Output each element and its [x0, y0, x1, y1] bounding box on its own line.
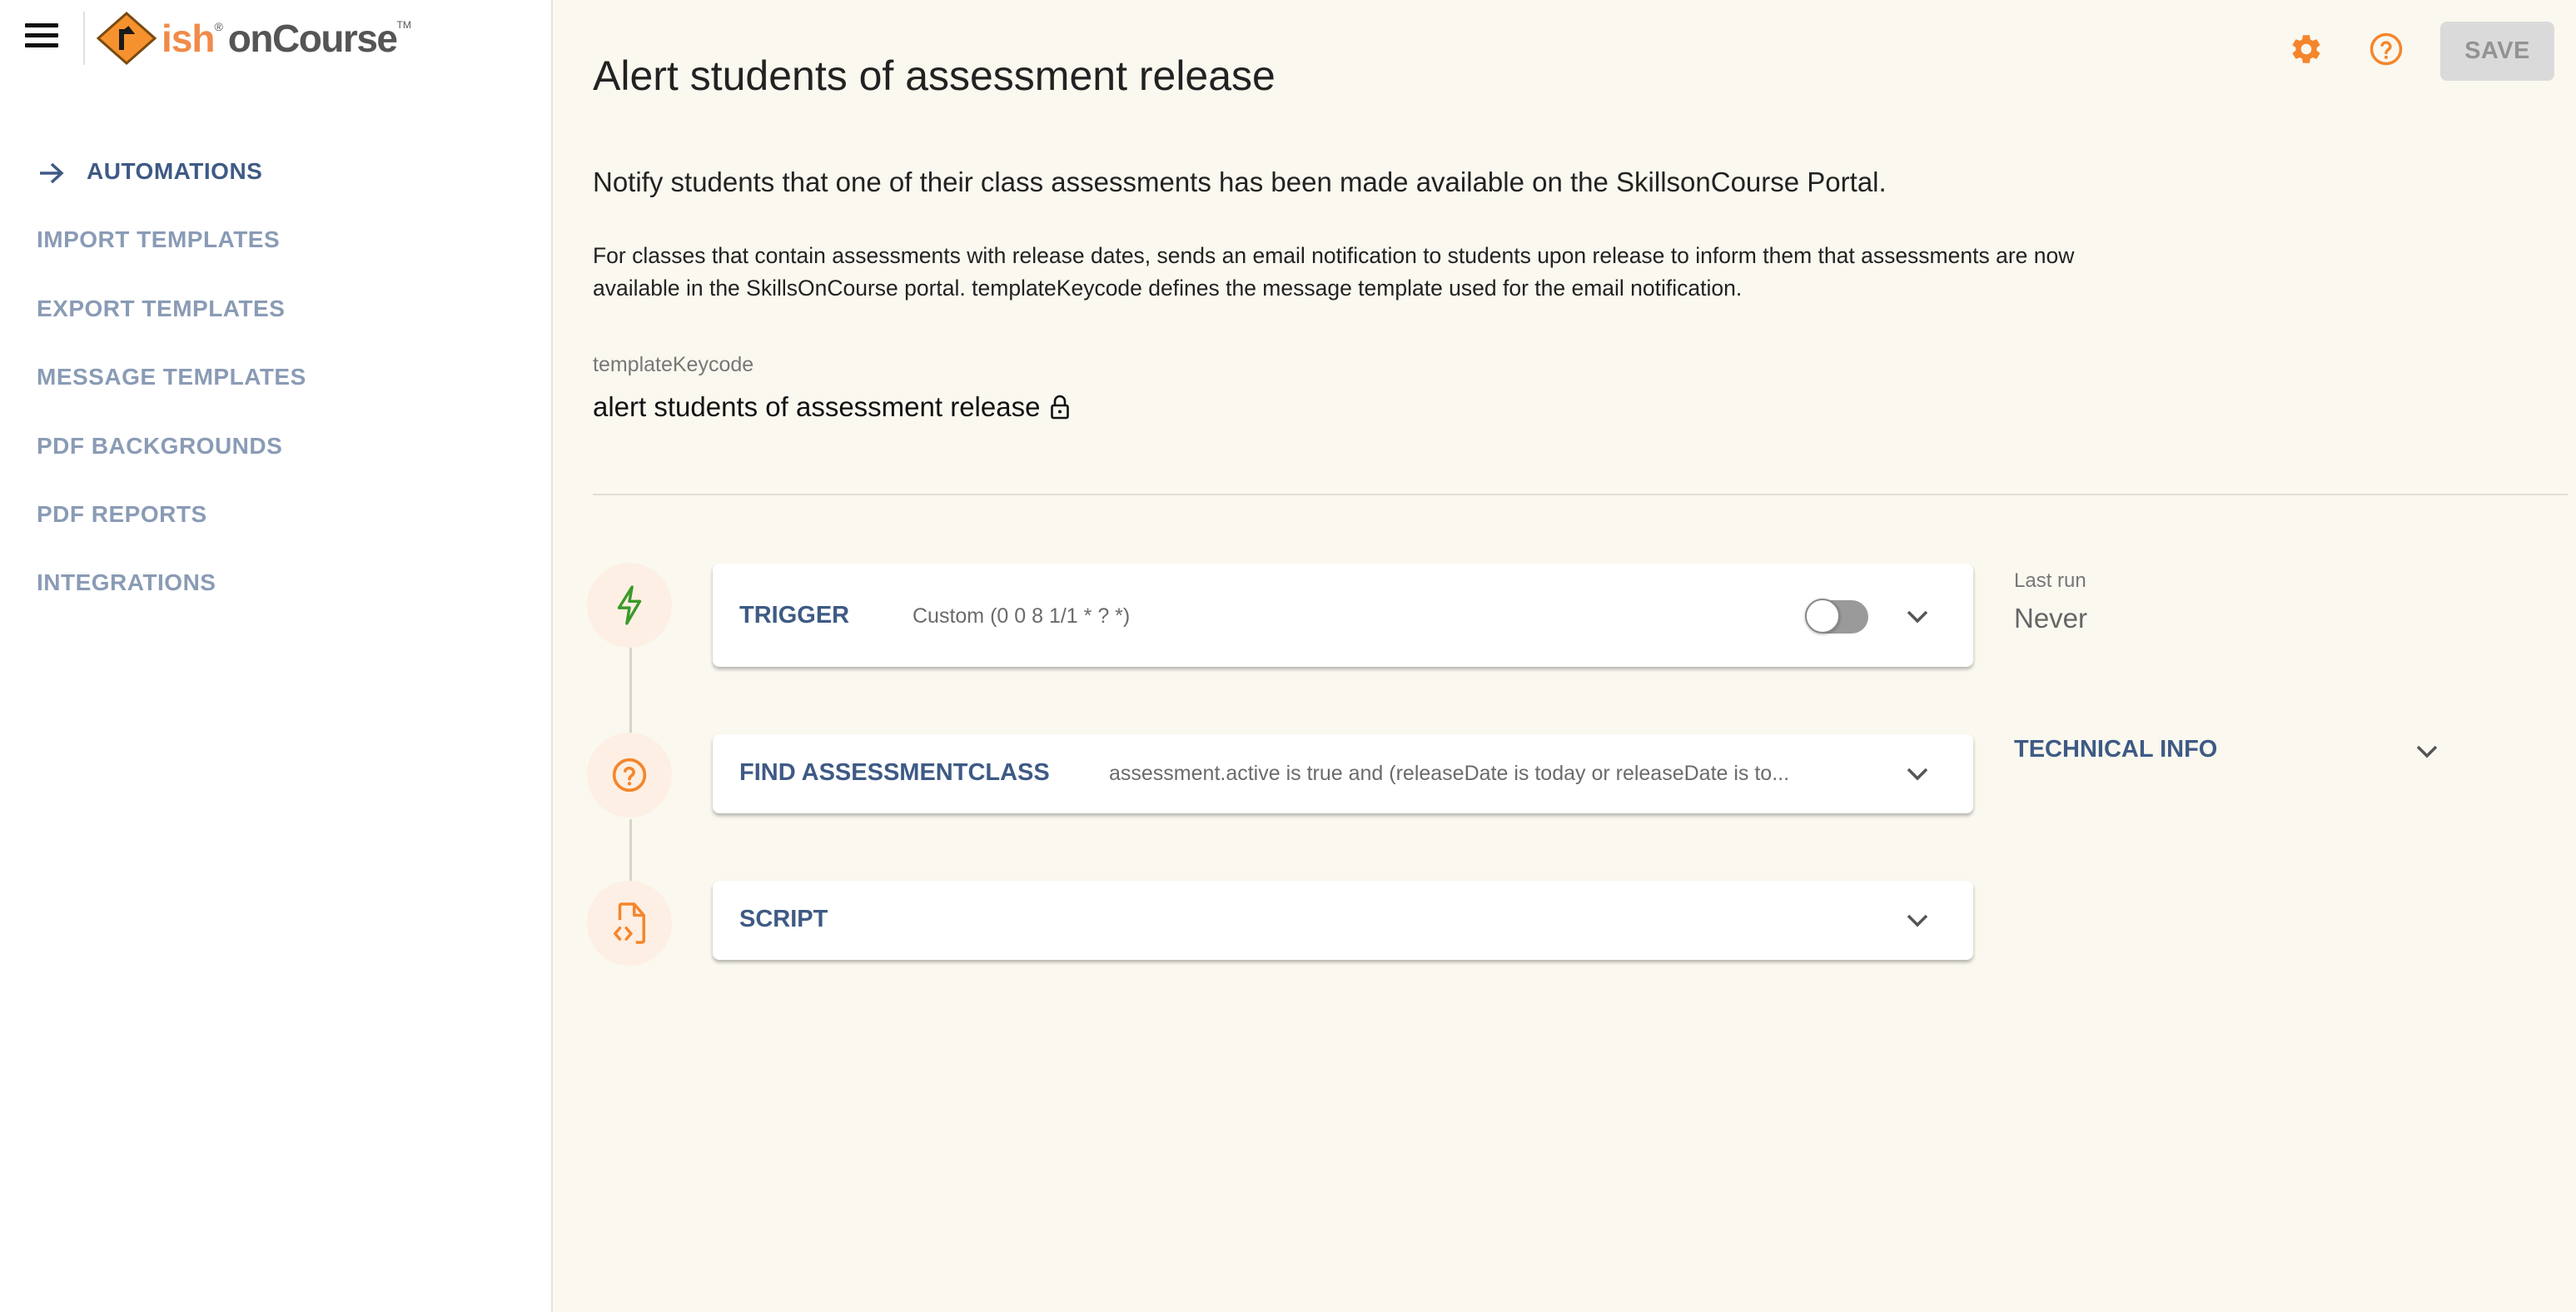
- chevron-down-icon[interactable]: [2414, 743, 2439, 760]
- logo-oncourse: onCourse: [227, 17, 398, 60]
- arrow-right-icon: [40, 162, 64, 184]
- help-circle-icon[interactable]: [2369, 32, 2404, 67]
- sidebar-item-import-templates[interactable]: IMPORT TEMPLATES: [37, 226, 280, 253]
- last-run-label: Last run: [2014, 569, 2086, 592]
- app-logo: ish ® onCourse TM: [97, 12, 411, 65]
- chevron-down-icon[interactable]: [1905, 912, 1930, 929]
- script-step-title: SCRIPT: [739, 906, 828, 932]
- technical-info-toggle[interactable]: TECHNICAL INFO: [2014, 736, 2217, 763]
- logo-ish: ish: [162, 17, 215, 60]
- help-circle-icon: [612, 758, 647, 793]
- template-keycode-field: alert students of assessment release: [593, 391, 1070, 423]
- page-title: Alert students of assessment release: [593, 52, 1276, 99]
- chevron-down-icon[interactable]: [1905, 766, 1930, 783]
- road-sign-icon: [97, 12, 157, 65]
- find-step-summary: assessment.active is true and (releaseDa…: [1109, 762, 1790, 785]
- sidebar-item-export-templates[interactable]: EXPORT TEMPLATES: [37, 296, 285, 322]
- section-divider: [593, 494, 2568, 495]
- script-step-icon-badge: [587, 881, 672, 966]
- timeline-connector: [629, 819, 632, 882]
- trigger-step-icon-badge: [587, 563, 672, 648]
- find-step-title: FIND ASSESSMENTCLASS: [739, 759, 1050, 786]
- trigger-step-card[interactable]: TRIGGER Custom (0 0 8 1/1 * ? *): [713, 564, 1973, 667]
- toggle-thumb: [1805, 599, 1840, 634]
- sidebar-item-message-templates[interactable]: MESSAGE TEMPLATES: [37, 364, 306, 390]
- gear-icon[interactable]: [2289, 32, 2324, 67]
- trigger-step-summary: Custom (0 0 8 1/1 * ? *): [913, 604, 1131, 628]
- save-button[interactable]: SAVE: [2440, 22, 2554, 81]
- code-file-icon: [614, 902, 645, 944]
- last-run-value: Never: [2014, 603, 2088, 634]
- find-step-icon-badge: [587, 733, 672, 818]
- automation-subtitle: Notify students that one of their class …: [593, 166, 1887, 197]
- find-step-card[interactable]: FIND ASSESSMENTCLASS assessment.active i…: [713, 734, 1973, 813]
- sidebar: ish ® onCourse TM AUTOMATIONS IMPORT TEMPL…: [0, 0, 553, 1312]
- automation-description: For classes that contain assessments wit…: [593, 243, 2075, 301]
- lock-icon: [1051, 395, 1070, 420]
- template-keycode-value: alert students of assessment release: [593, 391, 1041, 422]
- sidebar-item-integrations[interactable]: INTEGRATIONS: [37, 569, 216, 596]
- logo-divider: [83, 12, 85, 65]
- chevron-down-icon[interactable]: [1905, 609, 1930, 625]
- logo-trademark: TM: [396, 19, 411, 31]
- sidebar-item-automations[interactable]: AUTOMATIONS: [87, 158, 262, 185]
- sidebar-item-pdf-reports[interactable]: PDF REPORTS: [37, 501, 207, 528]
- lightning-icon: [617, 585, 642, 625]
- template-keycode-label: templateKeycode: [593, 353, 754, 376]
- trigger-step-title: TRIGGER: [739, 602, 850, 629]
- sidebar-item-pdf-backgrounds[interactable]: PDF BACKGROUNDS: [37, 433, 282, 460]
- script-step-card[interactable]: SCRIPT: [713, 881, 1973, 960]
- logo-registered-mark: ®: [214, 20, 223, 33]
- trigger-enable-toggle[interactable]: [1805, 597, 1870, 634]
- hamburger-menu-icon[interactable]: [25, 23, 58, 52]
- timeline-connector: [629, 648, 632, 736]
